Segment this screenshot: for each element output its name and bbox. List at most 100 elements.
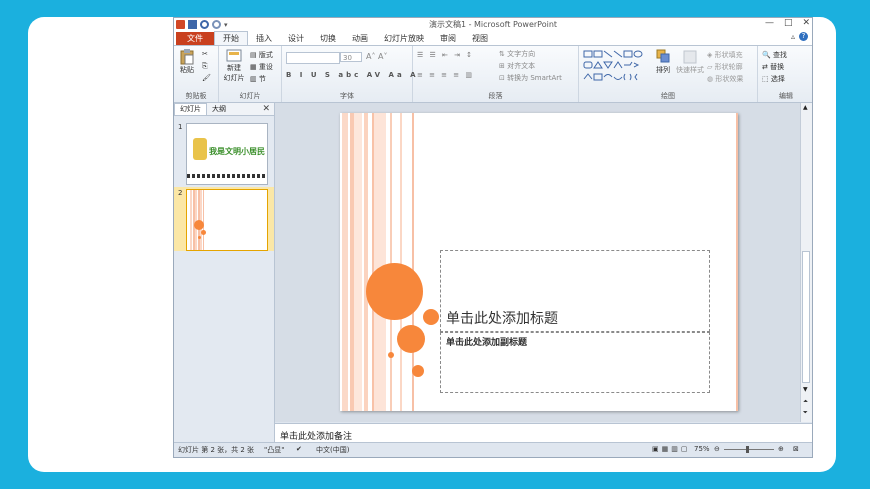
reset-button[interactable]: ▦ 重设	[250, 62, 273, 72]
smartart-button[interactable]: ⊡ 转换为 SmartArt	[499, 73, 562, 83]
replace-label: 替换	[770, 63, 785, 71]
cut-icon[interactable]: ✂	[202, 50, 208, 58]
accent-circle-small-2	[412, 365, 424, 377]
maximize-button[interactable]: □	[784, 18, 793, 28]
shape-outline-button[interactable]: ▱ 形状轮廓	[707, 62, 743, 72]
tab-transitions[interactable]: 切换	[312, 32, 344, 45]
title-bar: ▾ 演示文稿1 - Microsoft PowerPoint — □ ✕	[174, 18, 812, 31]
font-size-select[interactable]: 30	[340, 52, 362, 62]
tab-slides[interactable]: 幻灯片	[174, 103, 207, 115]
font-name-select[interactable]	[286, 52, 340, 64]
find-label: 查找	[772, 51, 787, 59]
language[interactable]: 中文(中国)	[316, 445, 349, 455]
smartart-label: 转换为 SmartArt	[507, 74, 562, 82]
theme-name[interactable]: "凸显"	[264, 445, 284, 455]
quick-styles-label: 快速样式	[676, 66, 704, 74]
list-icons[interactable]: ☰ ☰ ⇤ ⇥ ↕	[417, 51, 474, 59]
shapes-gallery-icon[interactable]	[582, 49, 652, 85]
current-slide: 单击此处添加标题 单击此处添加副标题	[340, 113, 738, 411]
slide-1-preview: 我是文明小居民	[186, 123, 268, 185]
tab-view[interactable]: 视图	[464, 32, 496, 45]
vertical-scrollbar[interactable]: ▲ ▼ ⏶ ⏷	[800, 103, 812, 422]
copy-icon[interactable]: ⎘	[202, 62, 208, 71]
zoom-in-icon[interactable]: ⊕	[778, 445, 784, 453]
font-label: 字体	[340, 92, 354, 100]
section-button[interactable]: ▥ 节	[250, 74, 266, 84]
zoom-out-icon[interactable]: ⊖	[714, 445, 720, 453]
zoom-slider[interactable]	[724, 446, 774, 453]
tab-insert[interactable]: 插入	[248, 32, 280, 45]
notes-placeholder: 单击此处添加备注	[280, 432, 353, 442]
close-pane-icon[interactable]: ✕	[262, 104, 270, 114]
slides-group: 新建 幻灯片 ▤ 版式 ▦ 重设 ▥ 节 幻灯片	[219, 46, 282, 102]
fit-to-window-icon[interactable]: ⊠	[793, 445, 799, 453]
paragraph-label: 段落	[488, 92, 503, 100]
title-placeholder-text: 单击此处添加标题	[446, 311, 558, 327]
tab-design[interactable]: 设计	[280, 32, 312, 45]
scroll-thumb[interactable]	[802, 251, 810, 383]
slide-right-edge	[736, 113, 738, 411]
align-text-button[interactable]: ⊞ 对齐文本	[499, 61, 535, 71]
arrange-button[interactable]: 排列	[654, 49, 672, 75]
text-direction-button[interactable]: ⇅ 文字方向	[499, 49, 535, 59]
zoom-slider-thumb[interactable]	[746, 446, 749, 453]
paste-label: 粘贴	[180, 66, 194, 74]
zoom-level[interactable]: 75%	[694, 445, 710, 453]
scroll-down-icon[interactable]: ▼	[803, 386, 808, 393]
title-placeholder[interactable]: 单击此处添加标题	[440, 250, 710, 332]
quick-styles-button[interactable]: 快速样式	[675, 49, 705, 75]
next-slide-icon[interactable]: ⏷	[803, 409, 808, 417]
screenshot-card: ▾ 演示文稿1 - Microsoft PowerPoint — □ ✕ 文件 …	[28, 17, 836, 472]
tab-outline[interactable]: 大纲	[207, 104, 231, 115]
find-button[interactable]: 🔍 查找	[762, 50, 787, 60]
subtitle-placeholder-text: 单击此处添加副标题	[446, 338, 528, 348]
drawing-label: 绘图	[661, 92, 675, 100]
tab-home[interactable]: 开始	[214, 31, 248, 45]
slides-label: 幻灯片	[239, 92, 261, 100]
font-size-value: 30	[343, 54, 352, 62]
tab-review[interactable]: 审阅	[432, 32, 464, 45]
view-buttons[interactable]: ▣▦▥▢	[652, 445, 690, 453]
ribbon-collapse-icon[interactable]: ▵	[791, 32, 795, 41]
select-button[interactable]: ⬚ 选择	[762, 74, 785, 84]
subtitle-placeholder[interactable]: 单击此处添加副标题	[440, 332, 710, 393]
scroll-up-icon[interactable]: ▲	[803, 104, 808, 111]
ribbon: 粘贴 ✂ ⎘ 🖌 剪贴板 新建 幻灯片 ▤ 版式 ▦ 重设 ▥ 节 幻灯片 30…	[174, 46, 812, 103]
prev-slide-icon[interactable]: ⏶	[803, 398, 808, 406]
slide-thumbnail-1[interactable]: 1 我是文明小居民	[174, 121, 274, 185]
reset-label: 重设	[258, 63, 273, 71]
shape-fill-button[interactable]: ◈ 形状填充	[707, 50, 743, 60]
close-button[interactable]: ✕	[802, 18, 810, 28]
new-slide-icon	[226, 49, 242, 62]
powerpoint-window: ▾ 演示文稿1 - Microsoft PowerPoint — □ ✕ 文件 …	[173, 17, 813, 458]
new-slide-button[interactable]: 新建 幻灯片	[222, 49, 246, 83]
format-painter-icon[interactable]: 🖌	[202, 74, 211, 82]
paste-button[interactable]: 粘贴	[177, 49, 197, 75]
minimize-button[interactable]: —	[765, 18, 774, 28]
help-icon[interactable]: ?	[799, 32, 808, 41]
section-label: 节	[258, 75, 266, 83]
tab-animations[interactable]: 动画	[344, 32, 376, 45]
tab-slideshow[interactable]: 幻灯片放映	[376, 32, 432, 45]
tab-file[interactable]: 文件	[176, 32, 214, 45]
replace-button[interactable]: ⇄ 替换	[762, 62, 784, 72]
alignment-icons[interactable]: ≡ ≡ ≡ ≡ ▥	[417, 71, 474, 79]
arrange-icon	[656, 49, 670, 63]
spellcheck-icon[interactable]: ✔	[296, 445, 302, 453]
window-controls: — □ ✕	[765, 18, 810, 28]
font-size-grow-icon[interactable]: A˄ A˅	[366, 52, 388, 61]
clipboard-label: 剪贴板	[185, 92, 207, 100]
slide-number: 1	[178, 123, 183, 131]
text-direction-label: 文字方向	[507, 50, 536, 58]
ribbon-tabs: 文件 开始 插入 设计 切换 动画 幻灯片放映 审阅 视图 ▵ ?	[174, 31, 812, 46]
clipboard-group: 粘贴 ✂ ⎘ 🖌 剪贴板	[174, 46, 219, 102]
slide-stripe-band	[340, 113, 416, 411]
slide-2-preview	[186, 189, 268, 251]
shape-effects-button[interactable]: ◍ 形状效果	[707, 74, 743, 84]
slide-count: 幻灯片 第 2 张，共 2 张	[178, 446, 255, 454]
shape-effects-label: 形状效果	[715, 75, 744, 83]
font-format-icons[interactable]: B I U S abc AV Aa A	[286, 71, 419, 79]
layout-button[interactable]: ▤ 版式	[250, 50, 273, 60]
paragraph-group: ☰ ☰ ⇤ ⇥ ↕ ⇅ 文字方向 ⊞ 对齐文本 ⊡ 转换为 SmartArt ≡…	[413, 46, 579, 102]
slide-thumbnail-2[interactable]: 2	[174, 187, 274, 251]
